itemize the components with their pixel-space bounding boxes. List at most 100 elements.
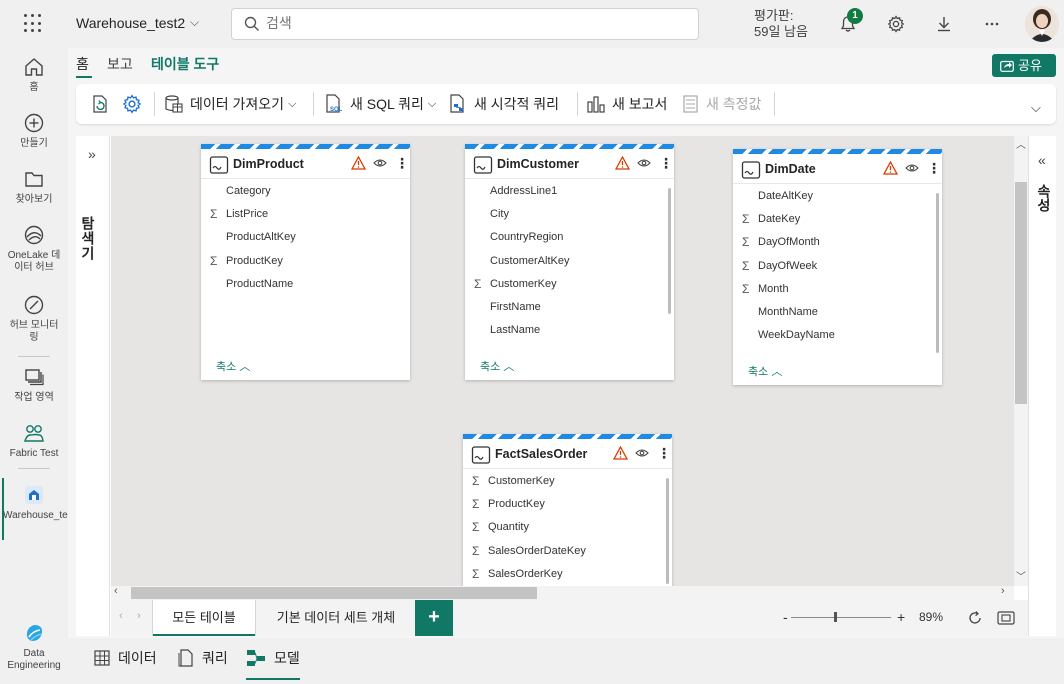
view-data-button[interactable]: 데이터 [94, 648, 157, 668]
share-button[interactable]: 공유 [992, 54, 1056, 77]
field-item[interactable]: LastName [465, 323, 674, 346]
app-launcher-icon[interactable] [24, 14, 44, 34]
explorer-label[interactable]: 탐색기 [78, 216, 98, 261]
card-scrollbar[interactable] [666, 478, 669, 584]
field-item[interactable]: Σ DateKey [733, 212, 942, 235]
field-item[interactable]: ProductAltKey [201, 230, 410, 253]
diagram-canvas[interactable]: DimProduct ⋮ Category Σ ListPrice Product… [111, 136, 1014, 586]
fit-to-screen-icon[interactable] [997, 611, 1015, 625]
warning-icon[interactable] [883, 161, 898, 175]
tab-home[interactable]: 홈 [76, 54, 89, 74]
field-item[interactable]: MonthName [733, 305, 942, 328]
field-item[interactable]: Σ ListPrice [201, 207, 410, 230]
field-item[interactable]: City [465, 207, 674, 230]
card-scrollbar[interactable] [668, 188, 671, 314]
more-options-button[interactable] [980, 12, 1004, 36]
table-card-dimproduct[interactable]: DimProduct ⋮ Category Σ ListPrice Product… [201, 144, 410, 380]
tab-table-tools[interactable]: 테이블 도구 [151, 54, 219, 74]
nav-onelake[interactable]: OneLake 데이터 허브 [0, 224, 68, 274]
table-card-header[interactable]: DimCustomer ⋮ [465, 149, 674, 179]
eye-icon[interactable] [905, 163, 919, 173]
more-vertical-icon[interactable]: ⋮ [927, 160, 941, 176]
nav-browse[interactable]: 찾아보기 [0, 168, 68, 206]
table-card-header[interactable]: DimDate ⋮ [733, 154, 942, 184]
card-scrollbar[interactable] [936, 193, 939, 353]
search-box[interactable] [231, 8, 699, 40]
field-item[interactable]: DateAltKey [733, 189, 942, 212]
more-vertical-icon[interactable]: ⋮ [659, 155, 673, 171]
new-report-button[interactable]: 새 보고서 [586, 92, 667, 116]
search-input[interactable] [266, 15, 666, 31]
field-item[interactable]: Σ SalesOrderDateKey [463, 544, 672, 567]
get-data-button[interactable]: 데이터 가져오기 ⌵ [164, 92, 296, 116]
zoom-slider-thumb[interactable] [834, 612, 837, 622]
new-measure-button[interactable]: 새 측정값 [682, 92, 761, 116]
canvas-vertical-scrollbar[interactable]: ︿ ﹀ [1014, 136, 1028, 586]
tab-scroll-right-icon[interactable]: › [137, 610, 141, 622]
tab-report[interactable]: 보고 [107, 54, 133, 74]
new-visual-query-button[interactable]: 새 시각적 쿼리 [448, 92, 559, 116]
eye-icon[interactable] [635, 448, 649, 458]
view-model-button[interactable]: 모델 [246, 648, 300, 668]
warning-icon[interactable] [615, 156, 630, 170]
expand-explorer-icon[interactable]: » [88, 146, 96, 162]
field-item[interactable]: FirstName [465, 300, 674, 323]
expand-ribbon-button[interactable]: ⌵ [1031, 96, 1041, 120]
table-card-header[interactable]: DimProduct ⋮ [201, 149, 410, 179]
nav-create[interactable]: 만들기 [0, 112, 68, 150]
field-item[interactable]: Σ CustomerKey [465, 277, 674, 300]
field-item[interactable]: Σ DayOfWeek [733, 259, 942, 282]
scrollbar-thumb[interactable] [131, 587, 537, 599]
field-item[interactable]: CountryRegion [465, 230, 674, 253]
field-item[interactable]: WeekDayName [733, 328, 942, 351]
field-item[interactable]: Σ DayOfMonth [733, 235, 942, 258]
warning-icon[interactable] [613, 446, 628, 460]
field-item[interactable]: Σ ProductKey [463, 497, 672, 520]
properties-label[interactable]: 속성 [1034, 184, 1054, 212]
table-card-factsalesorder[interactable]: FactSalesOrder ⋮ Σ CustomerKey Σ ProductKe… [463, 434, 672, 586]
scrollbar-thumb[interactable] [1015, 182, 1027, 404]
refresh-button[interactable] [90, 92, 116, 116]
table-card-header[interactable]: FactSalesOrder ⋮ [463, 439, 672, 469]
field-item[interactable]: Σ CustomerKey [463, 474, 672, 497]
new-sql-query-button[interactable]: SQL 새 SQL 쿼리 ⌵ [324, 92, 436, 116]
field-item[interactable]: Σ SalesOrderKey [463, 567, 672, 586]
collapse-button[interactable]: 축소 ︿ [480, 358, 514, 374]
chevron-down-icon[interactable]: ⌵ [190, 15, 199, 30]
nav-warehouse[interactable]: Warehouse_test2 [0, 484, 81, 522]
eye-icon[interactable] [637, 158, 651, 168]
zoom-slider[interactable] [791, 617, 891, 618]
view-query-button[interactable]: 쿼리 [178, 648, 228, 668]
scroll-up-icon[interactable]: ︿ [1016, 136, 1026, 151]
collapse-button[interactable]: 축소 ︿ [748, 363, 782, 379]
workspace-name[interactable]: Warehouse_test2 [76, 15, 185, 31]
scroll-down-icon[interactable]: ﹀ [1016, 568, 1026, 583]
add-layout-button[interactable]: + [415, 600, 453, 636]
nav-home[interactable]: 홈 [0, 56, 68, 94]
settings-ribbon-button[interactable] [122, 92, 148, 116]
field-item[interactable]: Category [201, 184, 410, 207]
table-card-dimdate[interactable]: DimDate ⋮ DateAltKey Σ DateKey Σ DayOfMont… [733, 149, 942, 385]
field-item[interactable]: CustomerAltKey [465, 254, 674, 277]
settings-button[interactable] [884, 12, 908, 36]
more-vertical-icon[interactable]: ⋮ [395, 155, 409, 171]
field-item[interactable]: Σ Month [733, 282, 942, 305]
scroll-left-icon[interactable]: ‹ [114, 585, 118, 597]
nav-monitor[interactable]: 허브 모니터링 [0, 294, 68, 344]
eye-icon[interactable] [373, 158, 387, 168]
expand-properties-icon[interactable]: « [1038, 152, 1046, 168]
reset-icon[interactable] [967, 610, 983, 626]
field-item[interactable]: AddressLine1 [465, 184, 674, 207]
table-card-dimcustomer[interactable]: DimCustomer ⋮ AddressLine1 City CountryR… [465, 144, 674, 380]
tab-default-dataset[interactable]: 기본 데이터 세트 개체 [261, 600, 411, 636]
canvas-horizontal-scrollbar[interactable]: ‹ › [111, 585, 1014, 600]
nav-fabric-test[interactable]: Fabric Test [0, 422, 68, 460]
nav-data-engineering[interactable]: Data Engineering [0, 622, 68, 672]
field-item[interactable]: ProductName [201, 277, 410, 300]
warning-icon[interactable] [351, 156, 366, 170]
zoom-out-button[interactable]: - [783, 609, 788, 625]
more-vertical-icon[interactable]: ⋮ [657, 445, 671, 461]
scroll-right-icon[interactable]: › [1001, 585, 1005, 597]
avatar[interactable] [1025, 6, 1059, 42]
tab-all-tables[interactable]: 모든 테이블 [152, 600, 256, 636]
